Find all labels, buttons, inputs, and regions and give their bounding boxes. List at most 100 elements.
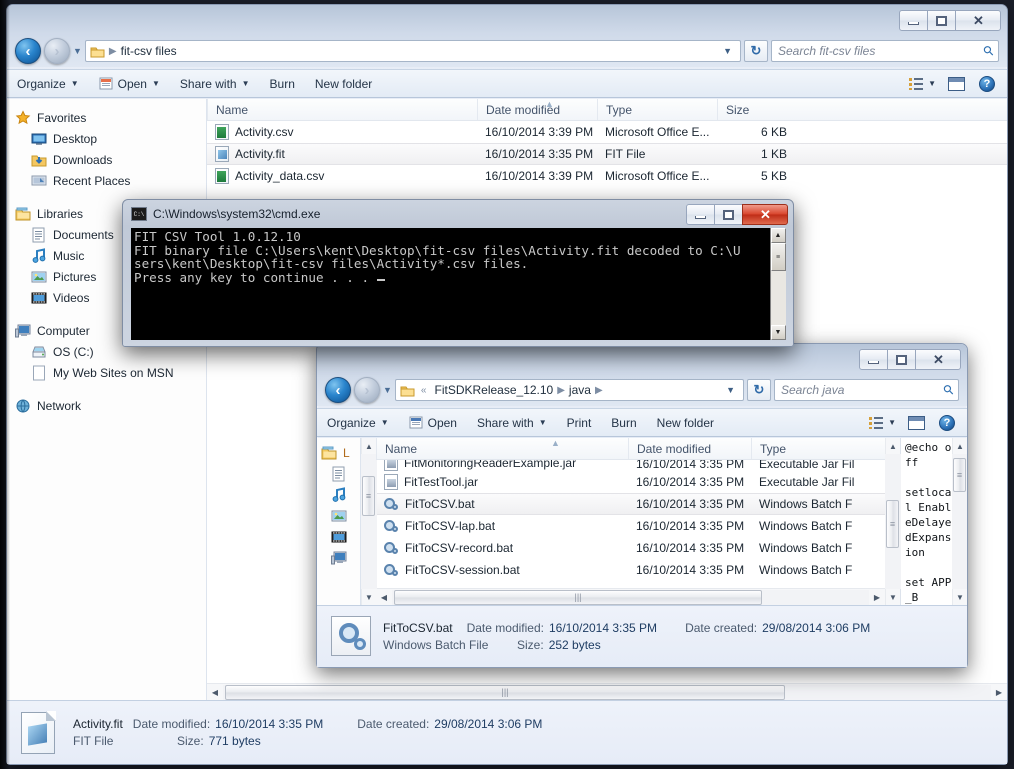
breadcrumb-item-fitsdkrelease[interactable]: FitSDKRelease_12.10	[434, 383, 553, 397]
refresh-button-main[interactable]: ↻	[744, 40, 768, 62]
minimize-button-java[interactable]	[859, 349, 888, 370]
search-box-java[interactable]: Search java ⚲	[774, 379, 959, 401]
table-row[interactable]: FitToCSV-session.bat 16/10/2014 3:35 PM Wi…	[376, 559, 885, 581]
file-name-cell[interactable]: FitToCSV.bat	[376, 497, 628, 511]
file-list-vertical-scrollbar-java[interactable]: ▲ ≡ ▼	[885, 438, 901, 605]
breadcrumb-overflow-java[interactable]: «	[421, 385, 427, 396]
maximize-button-cmd[interactable]	[714, 204, 743, 225]
table-row[interactable]: Activity.csv 16/10/2014 3:39 PM Microsoft …	[207, 121, 1007, 143]
nav-vscroll-thumb-java[interactable]: ≡	[362, 476, 375, 516]
title-bar-main[interactable]: ✕	[7, 5, 1007, 35]
breadcrumb-bar-java[interactable]: « FitSDKRelease_12.10 ▶ java ▶ ▼	[394, 379, 744, 401]
file-name-cell[interactable]: Activity.csv	[207, 124, 477, 140]
search-icon-java[interactable]: ⚲	[940, 381, 958, 399]
maximize-button-main[interactable]	[927, 10, 956, 31]
sidebar-item-documents[interactable]	[317, 463, 360, 484]
console-vscroll-thumb[interactable]: ≡	[770, 243, 786, 271]
nav-scroll-down-button-java[interactable]: ▼	[361, 589, 377, 605]
list-scroll-down-button-java[interactable]: ▼	[885, 589, 901, 605]
preview-vscroll-track-java[interactable]: ≡	[952, 454, 967, 589]
column-header-name-java[interactable]: Name	[376, 438, 628, 459]
sidebar-item-desktop[interactable]: Desktop	[7, 128, 206, 149]
preview-vertical-scrollbar-java[interactable]: ▲ ≡ ▼	[952, 438, 967, 605]
list-vscroll-track-java[interactable]: ≡	[885, 454, 901, 589]
close-button-main[interactable]: ✕	[955, 10, 1001, 31]
column-header-date-modified-main[interactable]: Date modified	[477, 99, 597, 120]
preview-scroll-down-button-java[interactable]: ▼	[952, 589, 967, 605]
sidebar-item-libraries[interactable]: L	[317, 442, 360, 463]
change-view-button-main[interactable]: ▼	[905, 77, 940, 90]
scroll-left-button-java[interactable]: ◀	[376, 590, 392, 605]
table-row[interactable]: FitToCSV.bat 16/10/2014 3:35 PM Windows Ba…	[376, 493, 885, 515]
table-row[interactable]: FitTestTool.jar 16/10/2014 3:35 PM Executa…	[376, 471, 885, 493]
table-row[interactable]: Activity.fit 16/10/2014 3:35 PM FIT File 1 …	[207, 143, 1007, 165]
search-icon-main[interactable]: ⚲	[980, 42, 998, 60]
hscroll-track-main[interactable]: |||	[223, 684, 991, 700]
horizontal-scrollbar-main[interactable]: ◀ ||| ▶	[207, 683, 1007, 700]
console-scroll-down-button[interactable]: ▼	[770, 325, 786, 340]
sidebar-item-computer[interactable]	[317, 547, 360, 568]
organize-menu-java[interactable]: Organize ▼	[317, 409, 399, 436]
minimize-button-cmd[interactable]	[686, 204, 715, 225]
preview-vscroll-thumb-java[interactable]: ≡	[953, 458, 966, 492]
preview-pane-button-main[interactable]	[942, 76, 971, 91]
navigation-pane-main[interactable]: Favorites Desktop Downloads Recent Places Li…	[7, 99, 207, 700]
organize-menu-main[interactable]: Organize ▼	[7, 70, 89, 97]
change-view-button-java[interactable]: ▼	[865, 416, 900, 429]
file-name-cell[interactable]: Activity_data.csv	[207, 168, 477, 184]
hscroll-thumb-main[interactable]: |||	[225, 684, 785, 700]
file-rows-java[interactable]: FitMonitoringReaderExample.jar 16/10/2014…	[376, 460, 885, 588]
refresh-button-java[interactable]: ↻	[747, 379, 771, 401]
share-with-menu-java[interactable]: Share with ▼	[467, 409, 557, 436]
title-bar-java[interactable]: ✕	[317, 344, 967, 374]
hscroll-thumb-java[interactable]: |||	[394, 589, 762, 605]
breadcrumb-item-fit-csv-files[interactable]: fit-csv files	[121, 44, 177, 58]
console-output[interactable]: FIT CSV Tool 1.0.12.10 FIT binary file C:…	[131, 228, 772, 340]
horizontal-scrollbar-java[interactable]: ◀ ||| ▶	[376, 588, 885, 605]
table-row[interactable]: FitMonitoringReaderExample.jar 16/10/2014…	[376, 460, 885, 471]
column-header-type-java[interactable]: Type	[751, 438, 861, 459]
column-header-date-modified-java[interactable]: Date modified	[628, 438, 751, 459]
table-row[interactable]: FitToCSV-record.bat 16/10/2014 3:35 PM Win…	[376, 537, 885, 559]
console-vscroll-track[interactable]: ≡	[770, 243, 786, 325]
print-button-java[interactable]: Print	[557, 409, 602, 436]
file-name-cell[interactable]: FitMonitoringReaderExample.jar	[376, 460, 628, 471]
minimize-button-main[interactable]	[899, 10, 928, 31]
nav-group-favorites[interactable]: Favorites	[7, 107, 206, 128]
navigation-pane-java[interactable]: L	[317, 438, 361, 605]
column-header-name-main[interactable]: Name	[207, 99, 477, 120]
open-menu-java[interactable]: Open	[399, 409, 467, 436]
nav-vscroll-track-java[interactable]: ≡	[361, 454, 377, 589]
table-row[interactable]: FitToCSV-lap.bat 16/10/2014 3:35 PM Window…	[376, 515, 885, 537]
hscroll-track-java[interactable]: |||	[392, 589, 869, 605]
list-scroll-up-button-java[interactable]: ▲	[885, 438, 901, 454]
share-with-menu-main[interactable]: Share with ▼	[170, 70, 260, 97]
nav-scroll-up-button-java[interactable]: ▲	[361, 438, 377, 454]
history-dropdown-icon-main[interactable]: ▼	[73, 46, 82, 56]
sidebar-item-music[interactable]	[317, 484, 360, 505]
maximize-button-java[interactable]	[887, 349, 916, 370]
burn-button-java[interactable]: Burn	[601, 409, 646, 436]
new-folder-button-java[interactable]: New folder	[647, 409, 724, 436]
column-header-size-main[interactable]: Size	[717, 99, 797, 120]
forward-button-java[interactable]: ›	[354, 377, 380, 403]
forward-button-main[interactable]: ›	[44, 38, 70, 64]
breadcrumb-dropdown-icon-main[interactable]: ▼	[717, 46, 738, 56]
help-button-java[interactable]: ?	[933, 414, 961, 431]
scroll-right-button-java[interactable]: ▶	[869, 590, 885, 605]
breadcrumb-dropdown-icon-java[interactable]: ▼	[720, 385, 741, 395]
new-folder-button-main[interactable]: New folder	[305, 70, 382, 97]
file-name-cell[interactable]: FitToCSV-record.bat	[376, 541, 628, 555]
console-scroll-up-button[interactable]: ▲	[770, 228, 786, 243]
sidebar-item-my-web-sites-on-msn[interactable]: My Web Sites on MSN	[7, 362, 206, 383]
file-name-cell[interactable]: FitToCSV-session.bat	[376, 563, 628, 577]
file-name-cell[interactable]: FitTestTool.jar	[376, 474, 628, 490]
scroll-right-button-main[interactable]: ▶	[991, 685, 1007, 700]
history-dropdown-icon-java[interactable]: ▼	[383, 385, 392, 395]
table-row[interactable]: Activity_data.csv 16/10/2014 3:39 PM Micro…	[207, 165, 1007, 187]
sidebar-item-downloads[interactable]: Downloads	[7, 149, 206, 170]
column-header-type-main[interactable]: Type	[597, 99, 717, 120]
console-vertical-scrollbar[interactable]: ▲ ≡ ▼	[770, 228, 786, 340]
help-button-main[interactable]: ?	[973, 75, 1001, 92]
open-menu-main[interactable]: Open ▼	[89, 70, 170, 97]
